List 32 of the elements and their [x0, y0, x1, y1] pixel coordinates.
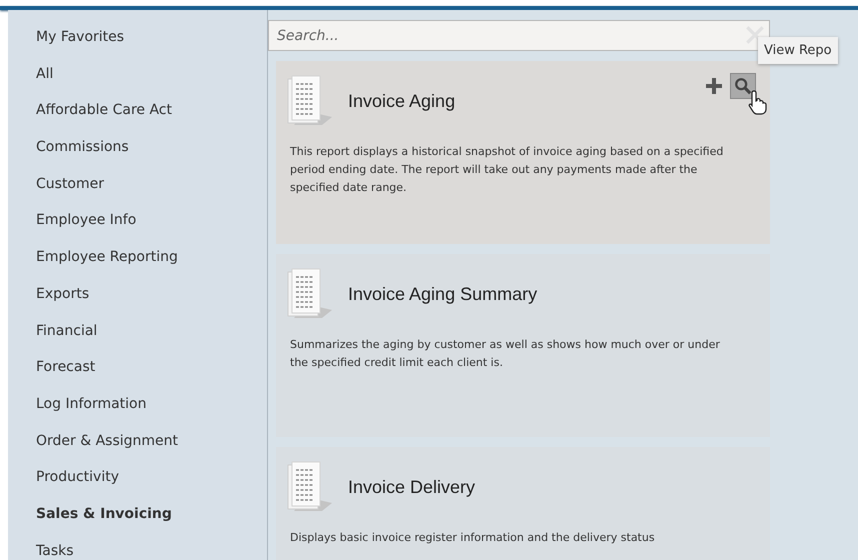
- report-title[interactable]: Invoice Delivery: [348, 476, 476, 498]
- sidebar-item[interactable]: Financial: [36, 320, 267, 356]
- report-document-icon: [286, 461, 334, 513]
- report-card[interactable]: Invoice Aging This report displays a historical snapshot of invoice aging based on a specified period ending date. The report will take out any payments made after the specified date range.: [276, 61, 770, 244]
- sidebar-item[interactable]: Productivity: [36, 466, 267, 503]
- search-icon: [734, 77, 752, 95]
- sidebar-item[interactable]: Employee Info: [36, 209, 267, 246]
- sidebar-item[interactable]: Commissions: [36, 136, 267, 173]
- report-title[interactable]: Invoice Aging: [348, 90, 456, 112]
- sidebar-item[interactable]: Order & Assignment: [36, 430, 267, 466]
- report-card[interactable]: Invoice Aging Summary Summarizes the aging by customer as well as shows how much over or under the specified credit limit each client is.: [276, 254, 770, 437]
- sidebar-item[interactable]: Exports: [36, 282, 267, 320]
- sidebar-item[interactable]: My Favorites: [36, 26, 267, 63]
- tooltip: View Repo: [758, 37, 838, 64]
- plus-icon[interactable]: [704, 76, 724, 96]
- sidebar-item[interactable]: Affordable Care Act: [36, 99, 267, 136]
- report-document-icon: [286, 75, 334, 127]
- report-document-icon: [286, 268, 334, 320]
- report-description: Displays basic invoice register information and the delivery status: [290, 530, 656, 546]
- sidebar-item[interactable]: Employee Reporting: [36, 246, 267, 283]
- report-card[interactable]: Invoice Delivery Displays basic invoice register information and the delivery status: [276, 447, 770, 560]
- sidebar-item[interactable]: Sales & Invoicing: [36, 502, 267, 540]
- report-title[interactable]: Invoice Aging Summary: [348, 284, 538, 304]
- sidebar-item[interactable]: Customer: [36, 172, 267, 210]
- report-description: This report displays a historical snapshot of invoice aging based on a specified period ending date. The report will take out any payments made after the specified date range.: [290, 144, 724, 196]
- report-description: Summarizes the aging by customer as well as shows how much over or under the specified credit limit each client is.: [290, 337, 721, 371]
- sidebar-item[interactable]: Tasks: [36, 540, 267, 560]
- search-button[interactable]: [730, 73, 756, 99]
- sidebar-item[interactable]: Log Information: [36, 392, 267, 430]
- hand-cursor-icon: [748, 89, 768, 115]
- sidebar-item[interactable]: All: [36, 62, 267, 100]
- sidebar-item[interactable]: Forecast: [36, 356, 267, 393]
